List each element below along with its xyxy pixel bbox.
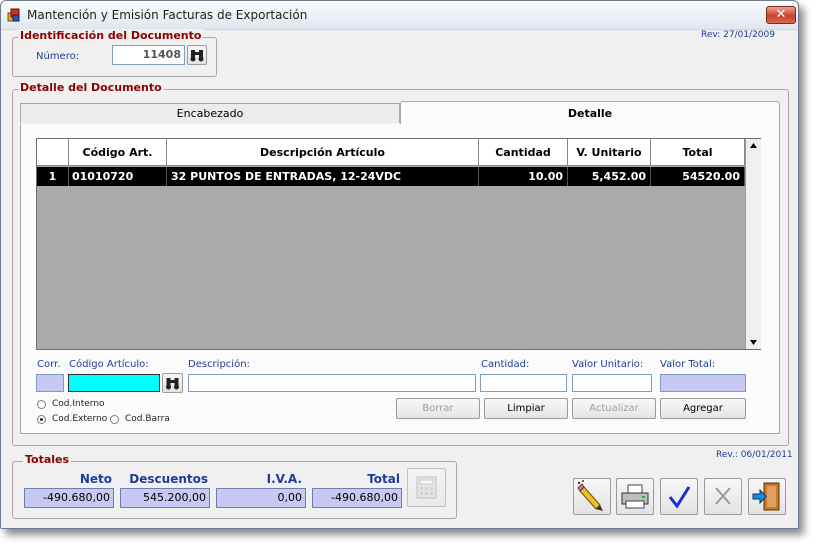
revision-top: Rev: 27/01/2009 (701, 30, 775, 40)
descripcion-input[interactable] (188, 374, 476, 392)
corr-label: Corr. (37, 359, 61, 370)
column-header-cantidad[interactable]: Cantidad (479, 139, 568, 166)
checkmark-icon (668, 486, 691, 509)
binoculars-icon (190, 50, 204, 62)
numero-field[interactable]: 11408 (112, 45, 185, 65)
cell-cantidad[interactable]: 10.00 (479, 167, 568, 186)
radio-cod-externo[interactable] (37, 415, 46, 424)
neto-label: Neto (79, 472, 112, 486)
tab-detalle[interactable]: Detalle (400, 101, 780, 125)
title-bar: Mantención y Emisión Facturas de Exporta… (1, 1, 798, 30)
printer-icon (621, 484, 649, 509)
scroll-down-icon[interactable] (746, 335, 761, 349)
neto-value: -490.680,00 (24, 488, 114, 508)
close-button[interactable]: ✕ (766, 6, 796, 24)
calculator-icon (416, 476, 437, 499)
cell-codigo[interactable]: 01010720 (69, 167, 167, 186)
main-window: Mantención y Emisión Facturas de Exporta… (0, 0, 799, 529)
exit-door-icon (752, 482, 780, 511)
descuentos-label: Descuentos (129, 472, 208, 486)
cancelar-button[interactable] (704, 478, 742, 515)
nuevo-button[interactable] (573, 478, 611, 515)
radio-cod-interno-label[interactable]: Cod.Interno (52, 399, 105, 409)
cell-corr[interactable]: 1 (37, 167, 69, 186)
codigo-articulo-input[interactable] (68, 374, 160, 392)
window-title: Mantención y Emisión Facturas de Exporta… (27, 8, 308, 22)
salir-button[interactable] (748, 478, 786, 515)
imprimir-button[interactable] (616, 478, 654, 515)
descuentos-value: 545.200,00 (120, 488, 210, 508)
radio-cod-barra-label[interactable]: Cod.Barra (125, 414, 170, 424)
cell-unitario[interactable]: 5,452.00 (568, 167, 651, 186)
valor-unitario-input[interactable] (572, 374, 652, 392)
table-scrollbar[interactable] (745, 139, 761, 349)
buscar-articulo-button[interactable] (162, 373, 183, 393)
cross-icon (715, 487, 731, 505)
codigo-articulo-label: Código Artículo: (69, 359, 149, 370)
detalle-table: Código Art. Descripción Artículo Cantida… (36, 138, 761, 350)
calcular-button[interactable] (407, 468, 446, 507)
radio-cod-interno[interactable] (37, 400, 46, 409)
totales-legend: Totales (23, 453, 72, 466)
app-icon (7, 8, 20, 22)
valor-total-label: Valor Total: (660, 359, 716, 370)
buscar-numero-button[interactable] (187, 45, 207, 65)
radio-cod-externo-label[interactable]: Cod.Externo (52, 414, 107, 424)
corr-field (36, 374, 64, 392)
cell-descripcion[interactable]: 32 PUNTOS DE ENTRADAS, 12-24VDC (167, 167, 479, 186)
column-header-total[interactable]: Total (651, 139, 745, 166)
iva-value: 0,00 (216, 488, 306, 508)
column-header-codigo[interactable]: Código Art. (69, 139, 167, 166)
cantidad-input[interactable] (480, 374, 567, 392)
aceptar-button[interactable] (660, 478, 698, 515)
radio-cod-barra[interactable] (110, 415, 119, 424)
cell-total[interactable]: 54520.00 (651, 167, 745, 186)
valor-unitario-label: Valor Unitario: (572, 359, 644, 370)
iva-label: I.V.A. (266, 472, 302, 486)
total-value: -490.680,00 (312, 488, 402, 508)
tab-encabezado[interactable]: Encabezado (20, 103, 400, 123)
total-label: Total (367, 472, 400, 486)
scroll-up-icon[interactable] (746, 139, 761, 153)
actualizar-button[interactable]: Actualizar (572, 398, 656, 419)
column-header-descripcion[interactable]: Descripción Artículo (167, 139, 479, 166)
borrar-button[interactable]: Borrar (396, 398, 480, 419)
binoculars-icon (166, 378, 179, 390)
valor-total-field (660, 374, 746, 392)
revision-bottom: Rev.: 06/01/2011 (716, 450, 793, 460)
descripcion-label: Descripción: (188, 359, 250, 370)
limpiar-button[interactable]: Limpiar (484, 398, 568, 419)
pencil-eraser-icon (577, 480, 603, 511)
column-header-corr[interactable] (37, 139, 69, 166)
cantidad-label: Cantidad: (481, 359, 530, 370)
numero-label: Número: (36, 51, 80, 62)
column-header-unitario[interactable]: V. Unitario (568, 139, 651, 166)
detalle-legend: Detalle del Documento (18, 81, 164, 94)
identificacion-legend: Identificación del Documento (18, 29, 204, 42)
agregar-button[interactable]: Agregar (660, 398, 746, 419)
